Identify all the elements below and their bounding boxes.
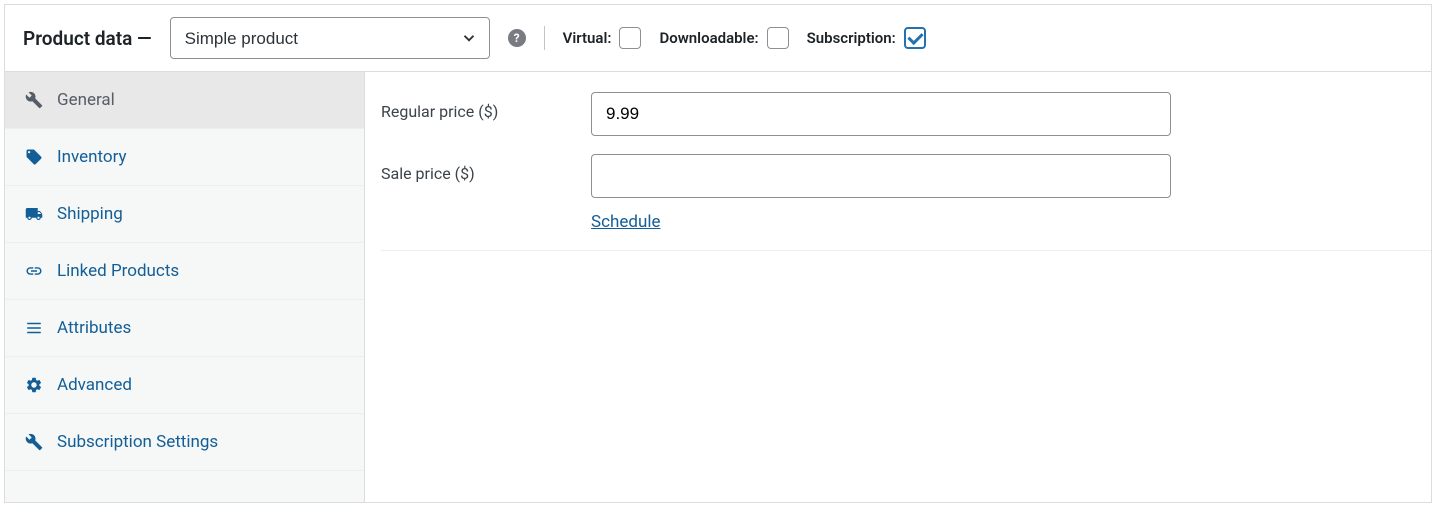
tab-shipping[interactable]: Shipping	[5, 186, 364, 243]
tab-label: Shipping	[57, 204, 123, 224]
product-type-select[interactable]: Simple product	[170, 17, 490, 59]
tab-general[interactable]: General	[5, 72, 364, 129]
product-data-body: General Inventory Shipping Linked Produc…	[5, 72, 1431, 502]
virtual-checkbox[interactable]	[619, 27, 641, 49]
regular-price-field-wrap	[591, 92, 1171, 136]
sale-price-label: Sale price ($)	[381, 154, 591, 183]
tab-advanced[interactable]: Advanced	[5, 357, 364, 414]
wrench-icon	[25, 433, 43, 451]
product-data-header: Product data — Simple product ? Virtual:…	[5, 5, 1431, 72]
sale-price-row: Sale price ($) Schedule	[381, 154, 1431, 232]
tab-label: Inventory	[57, 147, 127, 167]
panel-title: Product data —	[23, 27, 152, 50]
help-icon[interactable]: ?	[508, 29, 526, 47]
tab-label: Linked Products	[57, 261, 179, 281]
downloadable-checkbox-group: Downloadable:	[659, 27, 788, 49]
regular-price-row: Regular price ($)	[381, 92, 1431, 136]
sale-price-field-wrap: Schedule	[591, 154, 1171, 232]
link-icon	[25, 262, 43, 280]
downloadable-checkbox[interactable]	[767, 27, 789, 49]
regular-price-label: Regular price ($)	[381, 92, 591, 121]
tag-icon	[25, 148, 43, 166]
tabs-panel: General Inventory Shipping Linked Produc…	[5, 72, 365, 502]
content-divider	[381, 250, 1431, 251]
tab-attributes[interactable]: Attributes	[5, 300, 364, 357]
wrench-icon	[25, 91, 43, 109]
gear-icon	[25, 376, 43, 394]
product-data-panel: Product data — Simple product ? Virtual:…	[4, 4, 1432, 503]
virtual-checkbox-group: Virtual:	[563, 27, 642, 49]
tab-inventory[interactable]: Inventory	[5, 129, 364, 186]
tab-label: General	[57, 90, 115, 110]
subscription-checkbox-group: Subscription:	[807, 27, 926, 49]
tab-label: Subscription Settings	[57, 432, 218, 452]
downloadable-label: Downloadable:	[659, 29, 758, 47]
regular-price-input[interactable]	[591, 92, 1171, 136]
header-divider	[544, 26, 545, 50]
list-icon	[25, 319, 43, 337]
tab-linked-products[interactable]: Linked Products	[5, 243, 364, 300]
general-tab-content: Regular price ($) Sale price ($) Schedul…	[365, 72, 1431, 502]
tab-label: Advanced	[57, 375, 132, 395]
tab-label: Attributes	[57, 318, 131, 338]
subscription-label: Subscription:	[807, 29, 896, 47]
virtual-label: Virtual:	[563, 29, 612, 47]
tab-subscription-settings[interactable]: Subscription Settings	[5, 414, 364, 471]
product-type-select-wrap: Simple product	[170, 17, 490, 59]
schedule-link[interactable]: Schedule	[591, 212, 660, 232]
subscription-checkbox[interactable]	[904, 27, 926, 49]
sale-price-input[interactable]	[591, 154, 1171, 198]
truck-icon	[25, 205, 43, 223]
